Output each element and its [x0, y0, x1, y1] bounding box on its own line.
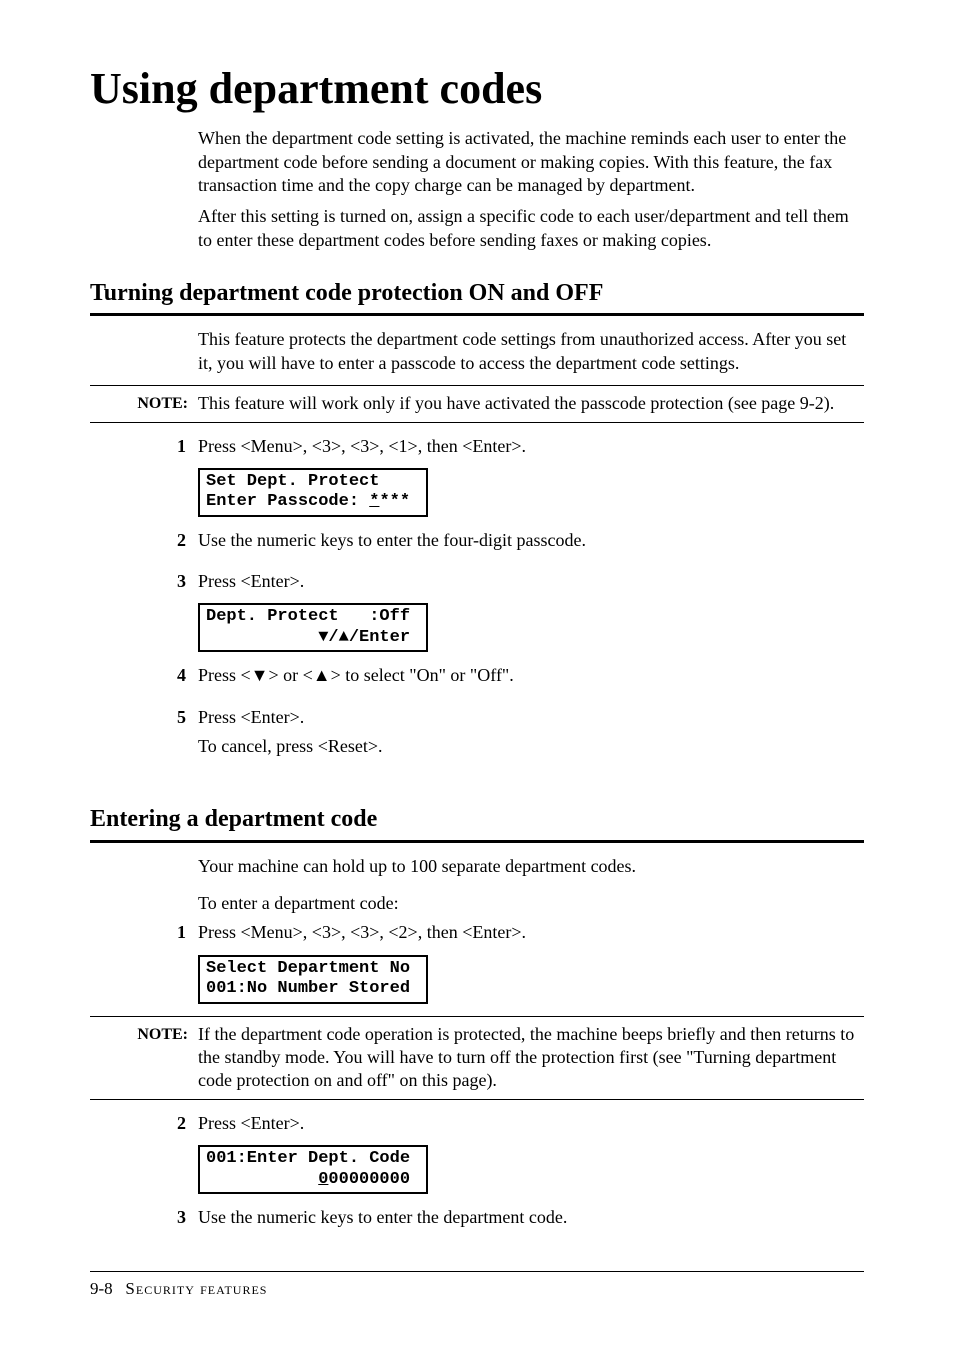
- section-b-intro: Your machine can hold up to 100 separate…: [198, 855, 864, 916]
- lcd-screen: Dept. Protect :Off ▼/▲/Enter: [198, 603, 428, 652]
- section-heading-protection: Turning department code protection ON an…: [90, 278, 864, 309]
- step-a5-text2: To cancel, press <Reset>.: [198, 735, 864, 758]
- step-a2: 2 Use the numeric keys to enter the four…: [90, 529, 864, 558]
- lcd-line2c: 00000000: [328, 1170, 410, 1189]
- step-num: 5: [90, 706, 198, 729]
- lcd-line1: 001:Enter Dept. Code: [206, 1149, 410, 1168]
- lcd-screen: Select Department No 001:No Number Store…: [198, 955, 428, 1004]
- note-text: This feature will work only if you have …: [198, 392, 864, 415]
- note-rule-top: [90, 385, 864, 386]
- note-label: NOTE:: [90, 1023, 198, 1046]
- lcd-line1: Select Department No: [206, 959, 410, 978]
- section-b-intro1: Your machine can hold up to 100 separate…: [198, 855, 864, 878]
- section-a-intro-text: This feature protects the department cod…: [198, 328, 864, 375]
- note-text: If the department code operation is prot…: [198, 1023, 864, 1093]
- step-num: 2: [90, 1112, 198, 1135]
- page-number: 9-8: [90, 1279, 113, 1298]
- step-b1: 1 Press <Menu>, <3>, <3>, <2>, then <Ent…: [90, 921, 864, 1003]
- page-title: Using department codes: [90, 60, 864, 117]
- step-a4-text: Press <▼> or <▲> to select "On" or "Off"…: [198, 664, 864, 687]
- intro-p2: After this setting is turned on, assign …: [198, 205, 864, 252]
- lcd-line1: Dept. Protect :Off: [206, 607, 410, 626]
- step-a5: 5 Press <Enter>. To cancel, press <Reset…: [90, 706, 864, 765]
- step-a5-text1: Press <Enter>.: [198, 706, 864, 729]
- section-rule: [90, 840, 864, 843]
- note-label: NOTE:: [90, 392, 198, 415]
- step-a3-text: Press <Enter>.: [198, 570, 864, 593]
- section-a-intro: This feature protects the department cod…: [198, 328, 864, 375]
- lcd-line2a: Enter Passcode:: [206, 492, 369, 511]
- section-b-intro2: To enter a department code:: [198, 892, 864, 915]
- footer-section: Security features: [125, 1279, 267, 1298]
- step-a4: 4 Press <▼> or <▲> to select "On" or "Of…: [90, 664, 864, 693]
- step-num: 1: [90, 435, 198, 458]
- step-b3-text: Use the numeric keys to enter the depart…: [198, 1206, 864, 1229]
- lcd-screen: Set Dept. Protect Enter Passcode: ****: [198, 468, 428, 517]
- lcd-cursor-char: 0: [318, 1170, 328, 1189]
- intro-p1: When the department code setting is acti…: [198, 127, 864, 197]
- intro-block: When the department code setting is acti…: [198, 127, 864, 252]
- step-num: 4: [90, 664, 198, 687]
- step-num: 3: [90, 1206, 198, 1229]
- down-arrow-icon: ▼: [251, 665, 269, 685]
- lcd-cursor-char: *: [369, 492, 379, 511]
- note-rule-top: [90, 1016, 864, 1017]
- lcd-line1: Set Dept. Protect: [206, 472, 379, 491]
- page-footer: 9-8 Security features: [90, 1271, 864, 1300]
- step-b2: 2 Press <Enter>. 001:Enter Dept. Code 00…: [90, 1112, 864, 1194]
- lcd-line2c: ***: [379, 492, 410, 511]
- step-a1-text: Press <Menu>, <3>, <3>, <1>, then <Enter…: [198, 435, 864, 458]
- step-a2-text: Use the numeric keys to enter the four-d…: [198, 529, 864, 552]
- note-row: NOTE: This feature will work only if you…: [90, 392, 864, 415]
- lcd-screen: 001:Enter Dept. Code 000000000: [198, 1145, 428, 1194]
- step-num: 3: [90, 570, 198, 593]
- up-arrow-icon: ▲: [313, 665, 331, 685]
- lcd-line2: 001:No Number Stored: [206, 979, 410, 998]
- step-a3: 3 Press <Enter>. Dept. Protect :Off ▼/▲/…: [90, 570, 864, 652]
- step-b1-text: Press <Menu>, <3>, <3>, <2>, then <Enter…: [198, 921, 864, 944]
- step-b3: 3 Use the numeric keys to enter the depa…: [90, 1206, 864, 1235]
- note-rule-bottom: [90, 1099, 864, 1100]
- step-a1: 1 Press <Menu>, <3>, <3>, <1>, then <Ent…: [90, 435, 864, 517]
- section-heading-entering: Entering a department code: [90, 804, 864, 835]
- lcd-line2a: [206, 1170, 318, 1189]
- note-row: NOTE: If the department code operation i…: [90, 1023, 864, 1093]
- lcd-line2: ▼/▲/Enter: [206, 628, 410, 647]
- step-num: 2: [90, 529, 198, 552]
- step-b2-text: Press <Enter>.: [198, 1112, 864, 1135]
- section-rule: [90, 313, 864, 316]
- note-rule-bottom: [90, 422, 864, 423]
- step-num: 1: [90, 921, 198, 944]
